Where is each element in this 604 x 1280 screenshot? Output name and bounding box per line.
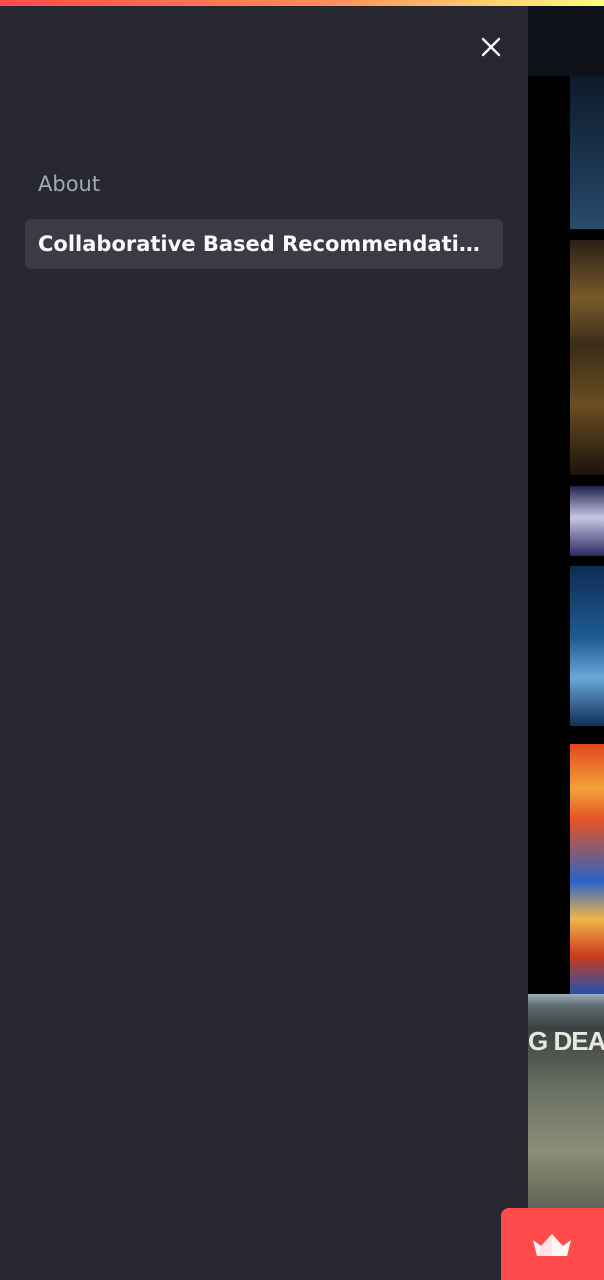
sidebar-item-label: Collaborative Based Recommendation …	[38, 232, 490, 256]
close-icon	[481, 37, 501, 57]
top-decoration-bar	[0, 0, 604, 6]
streamlit-badge-button[interactable]	[501, 1208, 604, 1280]
sidebar: About Collaborative Based Recommendation…	[0, 6, 528, 1280]
poster-title-text: G DEAD	[528, 1026, 604, 1056]
movie-poster[interactable]	[570, 744, 604, 994]
movie-poster-column	[528, 76, 604, 994]
crown-icon	[533, 1234, 571, 1256]
close-sidebar-button[interactable]	[474, 30, 508, 64]
movie-poster[interactable]	[570, 76, 604, 229]
sidebar-item-collaborative-recommendation[interactable]: Collaborative Based Recommendation …	[25, 219, 503, 269]
app-header	[528, 6, 604, 76]
sidebar-item-about[interactable]: About	[38, 172, 100, 196]
movie-poster[interactable]	[570, 566, 604, 726]
movie-poster[interactable]	[570, 486, 604, 556]
movie-poster[interactable]	[570, 240, 604, 475]
